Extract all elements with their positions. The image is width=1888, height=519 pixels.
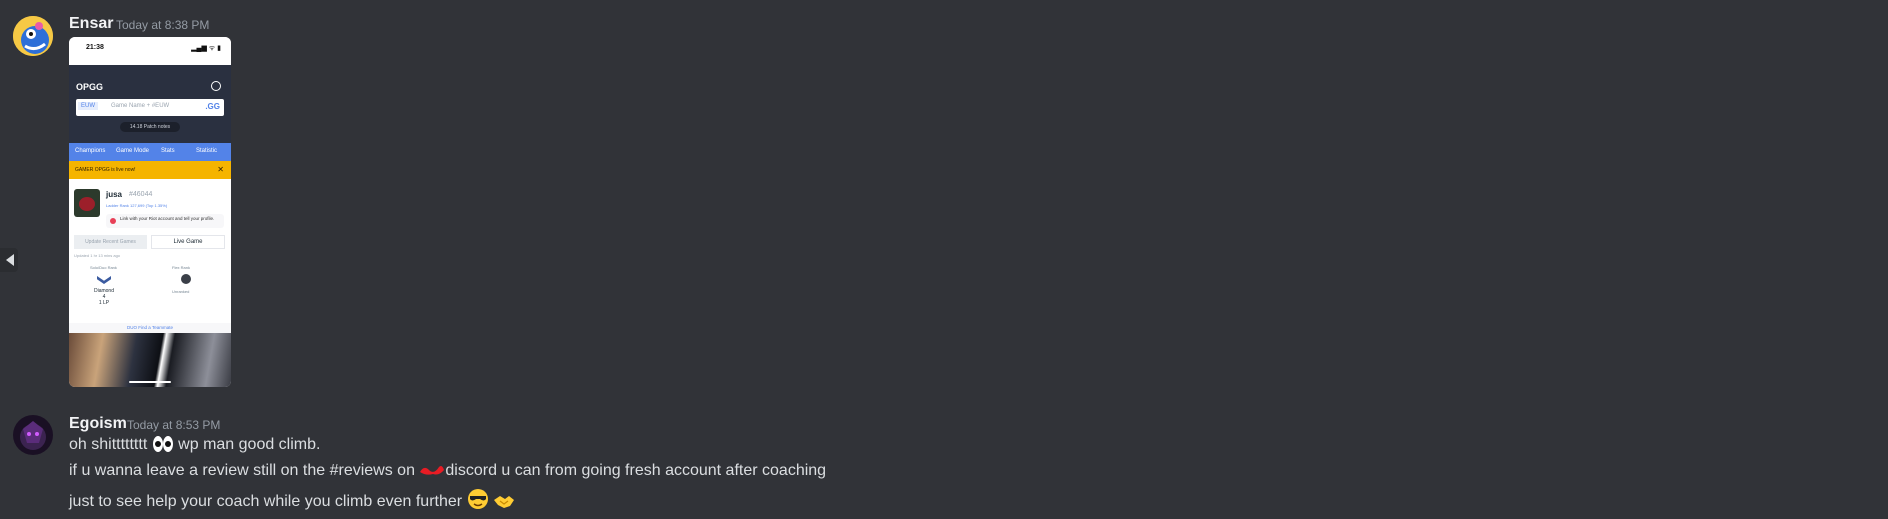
collapse-arrow-tab[interactable] bbox=[0, 248, 18, 272]
updated-text: Updated 1 hr 13 mins ago bbox=[74, 253, 121, 258]
message-egoism: Egoism Today at 8:53 PM oh shitttttttt w… bbox=[0, 410, 1888, 515]
message-timestamp: Today at 8:38 PM bbox=[116, 18, 210, 32]
message-line-3: just to see help your coach while you cl… bbox=[69, 488, 515, 515]
riot-icon bbox=[110, 218, 116, 224]
message-text: oh shitttttttt bbox=[69, 436, 148, 453]
message-ensar: Ensar Today at 8:38 PM 21:38 ▂▄▆ ᯤ ▮ OPG… bbox=[0, 0, 1888, 395]
message-timestamp: Today at 8:53 PM bbox=[127, 418, 221, 432]
message-line-2: if u wanna leave a review still on the #… bbox=[69, 462, 826, 482]
opgg-logo: OPGG bbox=[76, 82, 104, 92]
user-icon bbox=[211, 81, 221, 91]
region-select: EUW bbox=[78, 102, 98, 110]
ladder-rank: Ladder Rank 127,699 (Top 1.35%) bbox=[106, 203, 168, 208]
phone-signal-icons: ▂▄▆ ᯤ ▮ bbox=[191, 45, 221, 52]
solo-rank-tier: Diamond 4 bbox=[93, 288, 114, 300]
image-attachment[interactable]: 21:38 ▂▄▆ ᯤ ▮ OPGG EUW Game Name + #EUW … bbox=[69, 37, 231, 387]
eyes-emoji bbox=[152, 435, 174, 458]
avatar-egoism-image bbox=[13, 415, 53, 455]
sunglasses-emoji bbox=[467, 488, 489, 515]
link-account-text: Link with your Riot account and tell you… bbox=[120, 216, 215, 221]
tab-stats: Stats bbox=[161, 148, 175, 154]
patch-notes-pill: 14.18 Patch notes bbox=[120, 122, 180, 132]
redaction-scribble bbox=[419, 463, 445, 482]
solo-rank-lp: 1 LP bbox=[98, 300, 110, 306]
message-text: if u wanna leave a review still on the #… bbox=[69, 462, 420, 479]
live-game-button: Live Game bbox=[151, 235, 225, 249]
author-name[interactable]: Egoism bbox=[69, 415, 127, 433]
message-text: just to see help your coach while you cl… bbox=[69, 493, 463, 510]
flex-rank-value: Unranked bbox=[172, 289, 190, 294]
avatar-ensar-image bbox=[13, 16, 53, 56]
message-line-1: oh shitttttttt wp man good climb. bbox=[69, 435, 320, 458]
phone-time: 21:38 bbox=[86, 44, 104, 51]
tab-statistic: Statistic bbox=[196, 148, 218, 154]
collapse-arrow-icon bbox=[6, 254, 14, 266]
search-gg: .GG bbox=[205, 102, 220, 111]
duo-finder: DUO Find a Teammate bbox=[69, 323, 231, 333]
avatar-egoism[interactable] bbox=[13, 415, 53, 455]
champion-art-strip bbox=[69, 333, 231, 387]
solo-rank-label: Solo/Duo Rank bbox=[90, 265, 117, 270]
tab-champions: Champions bbox=[75, 148, 106, 154]
close-icon: ✕ bbox=[217, 165, 224, 174]
summoner-name: jusa bbox=[106, 190, 123, 199]
solo-rank-value: Diamond 4 1 LP bbox=[92, 288, 116, 306]
update-button: Update Recent Games bbox=[74, 235, 147, 249]
search-placeholder: Game Name + #EUW bbox=[111, 103, 170, 109]
message-text: discord u can from going fresh account a… bbox=[445, 462, 827, 479]
summoner-tag: #46044 bbox=[129, 191, 153, 198]
handshake-emoji bbox=[493, 492, 515, 515]
phone-home-indicator bbox=[129, 381, 171, 383]
tab-game-mode: Game Mode bbox=[116, 148, 150, 154]
unranked-emblem-icon bbox=[181, 274, 191, 284]
author-name[interactable]: Ensar bbox=[69, 15, 113, 33]
notice-banner-text: GAMER OPGG is live now! bbox=[75, 167, 136, 173]
flex-rank-label: Flex Rank bbox=[172, 265, 191, 270]
message-text: wp man good climb. bbox=[178, 436, 321, 453]
profile-icon-rose bbox=[79, 197, 95, 211]
avatar-ensar[interactable] bbox=[13, 16, 53, 56]
